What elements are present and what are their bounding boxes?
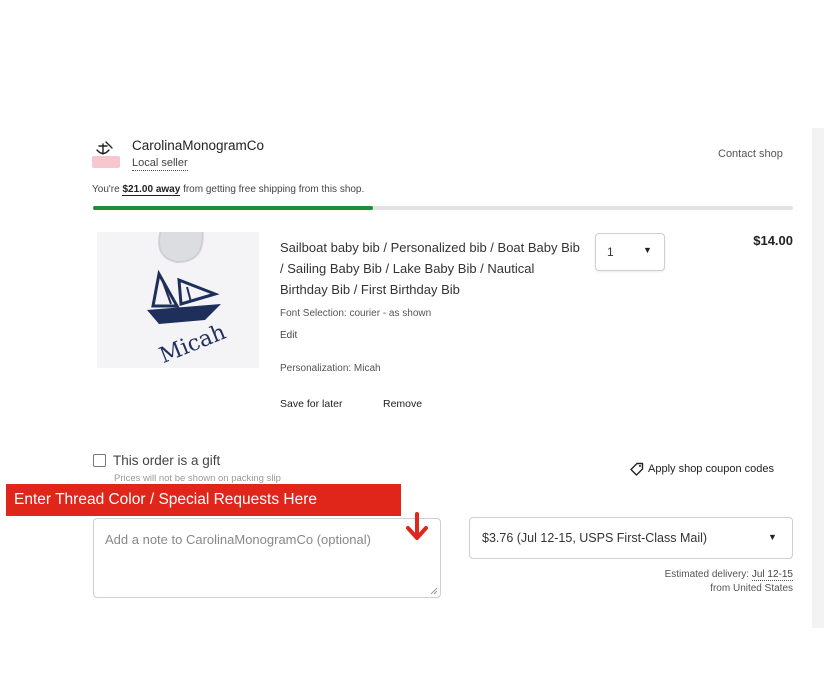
estimated-delivery: Estimated delivery: Jul 12-15 from Unite… — [560, 568, 793, 596]
shop-name[interactable]: CarolinaMonogramCo — [132, 138, 264, 153]
font-selection: Font Selection: courier - as shown — [280, 308, 432, 319]
edit-link[interactable]: Edit — [280, 330, 297, 341]
gift-label[interactable]: This order is a gift — [113, 453, 220, 468]
annotation-banner: Enter Thread Color / Special Requests He… — [6, 484, 401, 516]
tag-icon — [630, 462, 644, 476]
page-edge — [812, 128, 824, 628]
free-shipping-progress-fill — [93, 206, 373, 210]
quantity-select[interactable]: 1 ▼ — [595, 233, 665, 271]
chevron-down-icon: ▼ — [768, 532, 777, 542]
item-price: $14.00 — [753, 233, 793, 248]
free-shipping-amount[interactable]: $21.00 away — [122, 184, 181, 196]
item-title[interactable]: Sailboat baby bib / Personalized bib / B… — [280, 237, 580, 300]
note-placeholder: Add a note to CarolinaMonogramCo (option… — [105, 532, 371, 547]
free-shipping-prefix: You're — [92, 184, 123, 195]
ships-from: from United States — [710, 583, 793, 594]
annotation-banner-text: Enter Thread Color / Special Requests He… — [14, 491, 317, 508]
product-image[interactable]: Micah — [97, 232, 259, 368]
shipping-method-select[interactable]: $3.76 (Jul 12-15, USPS First-Class Mail)… — [469, 517, 793, 559]
coupon-label: Apply shop coupon codes — [648, 463, 774, 475]
free-shipping-progress — [93, 206, 793, 210]
gift-checkbox[interactable] — [93, 454, 106, 467]
note-to-seller-field[interactable]: Add a note to CarolinaMonogramCo (option… — [93, 518, 441, 598]
local-seller-badge[interactable]: Local seller — [132, 157, 188, 171]
free-shipping-suffix: from getting free shipping from this sho… — [180, 184, 365, 195]
chevron-down-icon: ▼ — [643, 245, 652, 255]
resize-grip-icon[interactable] — [430, 587, 438, 595]
bib-image: Micah — [97, 232, 259, 368]
free-shipping-message: You're $21.00 away from getting free shi… — [92, 184, 365, 196]
shipping-method-value: $3.76 (Jul 12-15, USPS First-Class Mail) — [482, 531, 708, 545]
arrow-down-icon — [406, 512, 428, 540]
estimated-delivery-line: Estimated delivery: Jul 12-15 — [560, 568, 793, 582]
estimated-delivery-label: Estimated delivery: — [664, 569, 752, 580]
personalization-text: Personalization: Micah — [280, 363, 381, 374]
save-for-later-button[interactable]: Save for later — [280, 398, 342, 410]
contact-shop-link[interactable]: Contact shop — [718, 148, 783, 160]
remove-button[interactable]: Remove — [383, 398, 422, 410]
apply-coupon-link[interactable]: Apply shop coupon codes — [630, 462, 774, 476]
estimated-delivery-date[interactable]: Jul 12-15 — [751, 569, 793, 581]
shop-logo[interactable] — [92, 140, 120, 170]
gift-note: Prices will not be shown on packing slip — [114, 473, 281, 484]
quantity-value: 1 — [607, 245, 614, 259]
anchor-icon — [92, 141, 120, 168]
